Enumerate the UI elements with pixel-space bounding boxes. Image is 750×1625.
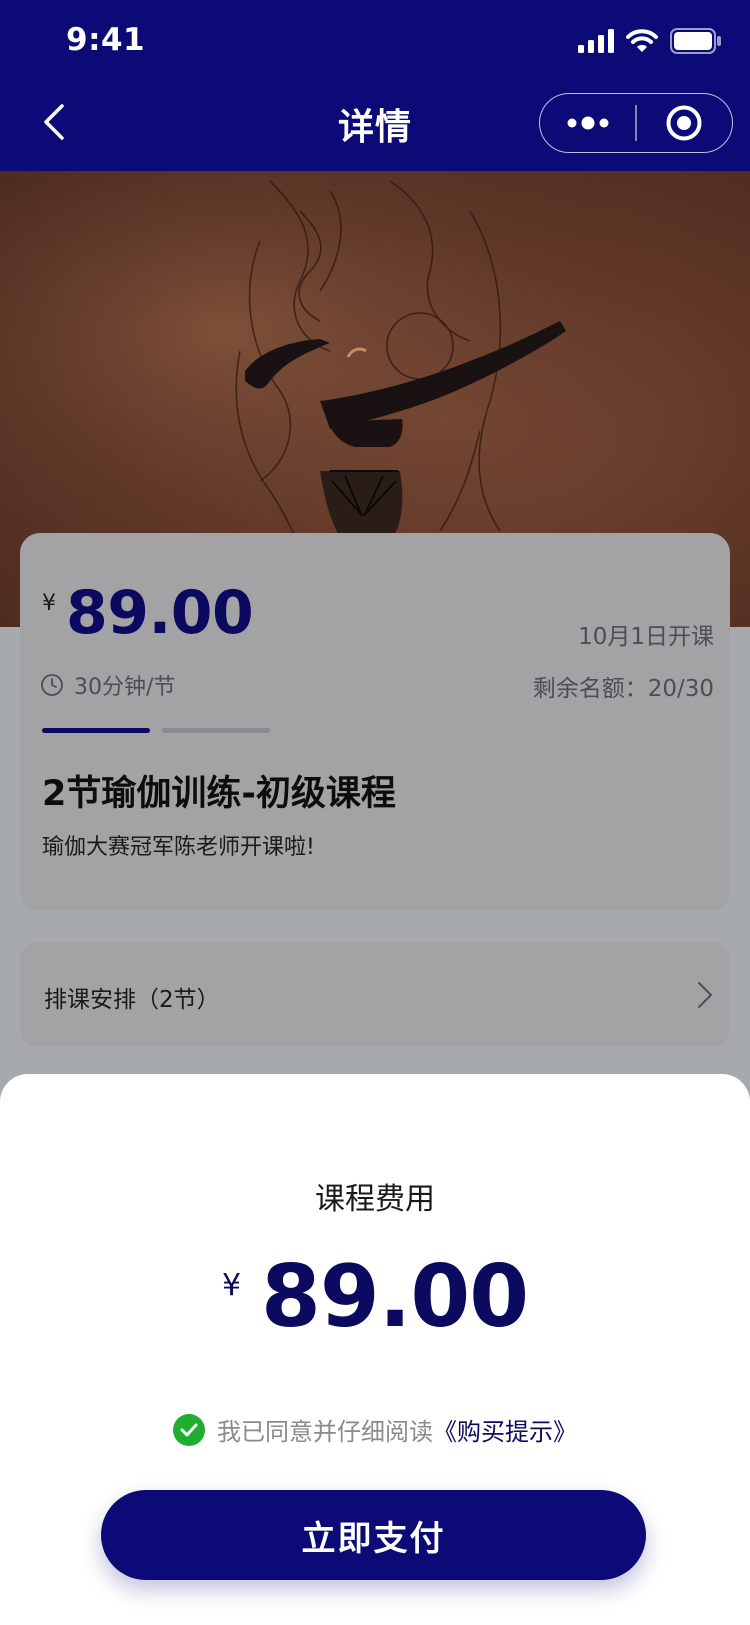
wifi-icon [626, 29, 658, 57]
agree-checkbox[interactable] [173, 1413, 205, 1446]
carousel-indicator [42, 728, 270, 733]
more-icon [567, 116, 609, 130]
course-info-card: ¥ 89.00 10月1日开课 30分钟/节 剩余名额：20/30 2节瑜伽训练… [20, 533, 730, 911]
indicator-segment[interactable] [162, 728, 270, 733]
nav-header: 9:41 详情 [0, 0, 750, 171]
start-date: 10月1日开课 [578, 624, 714, 650]
sheet-price: ¥ 89.00 [0, 1254, 750, 1340]
target-icon [666, 105, 702, 141]
mini-program-capsule [539, 93, 733, 153]
duration-text: 30分钟/节 [74, 675, 176, 700]
chevron-right-icon [698, 982, 712, 1008]
status-icons [578, 28, 722, 58]
schedule-label: 排课安排（2节） [44, 987, 220, 1013]
course-subtitle: 瑜伽大赛冠军陈老师开课啦! [42, 835, 315, 860]
price-value: 89.00 [66, 578, 254, 648]
sheet-title: 课程费用 [315, 1182, 435, 1217]
remaining-quota: 剩余名额：20/30 [532, 676, 714, 702]
indicator-segment-active[interactable] [42, 728, 150, 733]
more-button[interactable] [540, 94, 635, 152]
duration: 30分钟/节 [40, 669, 175, 701]
agreement-row: 我已同意并仔细阅读 《购买提示》 [0, 1412, 750, 1447]
course-price: ¥ 89.00 [42, 578, 254, 648]
sheet-price-value: 89.00 [261, 1247, 529, 1347]
pay-now-button[interactable]: 立即支付 [101, 1490, 646, 1580]
course-title: 2节瑜伽训练-初级课程 [42, 774, 396, 814]
clock-icon [41, 674, 63, 696]
schedule-row[interactable]: 排课安排（2节） [20, 942, 730, 1047]
purchase-notice-link[interactable]: 《购买提示》 [433, 1412, 577, 1447]
signal-icon [578, 29, 614, 57]
status-time: 9:41 [66, 22, 146, 58]
battery-icon [670, 28, 722, 58]
currency-symbol: ¥ [42, 591, 56, 616]
close-program-button[interactable] [637, 94, 732, 152]
payment-sheet: 课程费用 ¥ 89.00 我已同意并仔细阅读 《购买提示》 立即支付 [0, 1074, 750, 1625]
check-icon [180, 1423, 198, 1436]
sheet-currency-symbol: ¥ [221, 1268, 242, 1303]
agreement-text: 我已同意并仔细阅读 [217, 1418, 433, 1446]
